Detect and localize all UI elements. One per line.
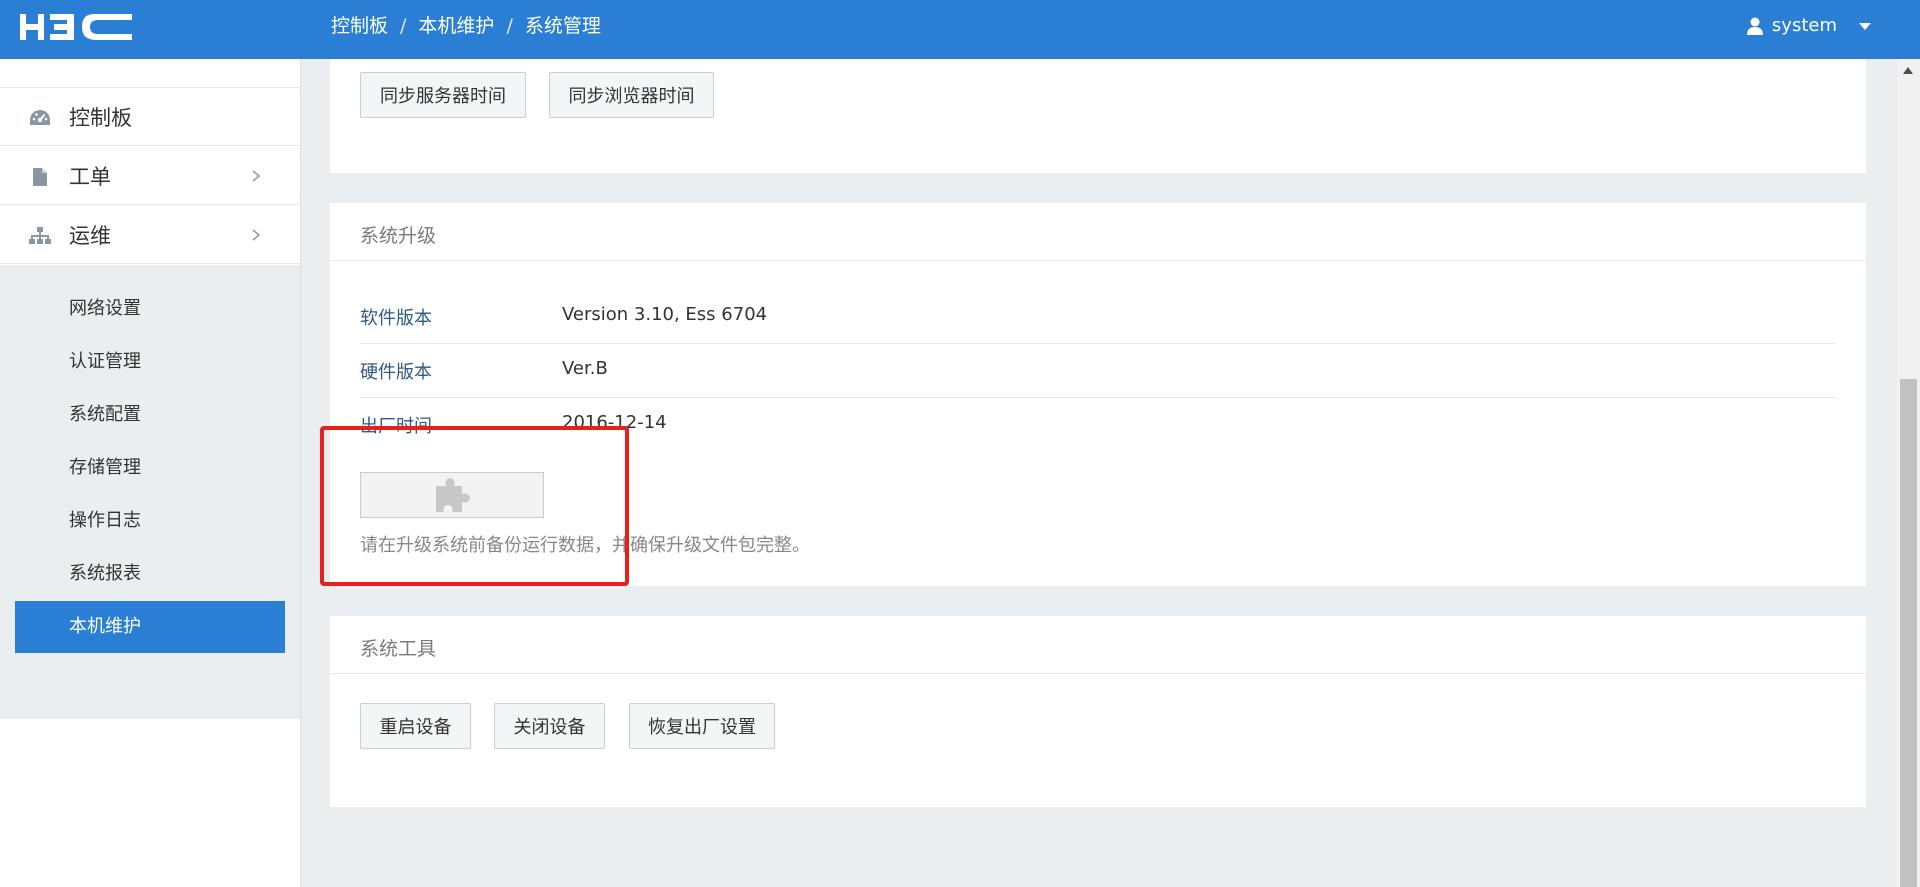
dashboard-icon bbox=[29, 108, 51, 128]
user-menu[interactable]: system bbox=[1746, 0, 1872, 52]
system-tools-panel: 系统工具 重启设备 关闭设备 恢复出厂设置 bbox=[330, 616, 1866, 807]
factory-date-row: 出厂时间 2016-12-14 bbox=[360, 398, 1866, 452]
reboot-device-button[interactable]: 重启设备 bbox=[360, 703, 471, 749]
breadcrumb-system-management: 系统管理 bbox=[524, 15, 601, 37]
shutdown-device-button[interactable]: 关闭设备 bbox=[494, 703, 605, 749]
sidebar-item-local-maintenance[interactable]: 本机维护 bbox=[15, 601, 285, 653]
system-submenu: 网络设置 认证管理 系统配置 存储管理 操作日志 系统报表 本机维护 bbox=[0, 266, 300, 719]
document-icon bbox=[29, 167, 51, 187]
sidebar-item-system-reports[interactable]: 系统报表 bbox=[15, 548, 285, 600]
panel-title: 系统工具 bbox=[360, 638, 437, 660]
time-panel: 同步服务器时间 同步浏览器时间 bbox=[330, 59, 1866, 173]
breadcrumb-dashboard[interactable]: 控制板 bbox=[331, 0, 388, 52]
breadcrumb-separator: / bbox=[400, 15, 407, 37]
caret-down-icon bbox=[1859, 23, 1871, 30]
info-key: 出厂时间 bbox=[360, 416, 432, 437]
sidebar-item-label: 工单 bbox=[69, 164, 111, 189]
sync-server-time-button[interactable]: 同步服务器时间 bbox=[360, 72, 526, 118]
sidebar-item-tickets[interactable]: 工单 bbox=[0, 147, 300, 205]
info-value: 2016-12-14 bbox=[562, 412, 667, 433]
scroll-up-arrow-icon[interactable] bbox=[1902, 65, 1914, 75]
hardware-version-row: 硬件版本 Ver.B bbox=[360, 344, 1866, 398]
breadcrumb-separator: / bbox=[506, 15, 513, 37]
sitemap-icon bbox=[29, 226, 51, 246]
chevron-right-icon bbox=[252, 229, 261, 241]
sidebar-item-label: 控制板 bbox=[69, 105, 132, 130]
breadcrumb-local-maintenance[interactable]: 本机维护 bbox=[418, 0, 494, 52]
sidebar-item-label: 运维 bbox=[69, 223, 111, 248]
info-value: Version 3.10, Ess 6704 bbox=[562, 304, 768, 325]
scrollbar-thumb[interactable] bbox=[1900, 379, 1917, 887]
user-icon bbox=[1746, 17, 1763, 35]
scrollbar[interactable] bbox=[1897, 59, 1920, 887]
main-content: 同步服务器时间 同步浏览器时间 系统升级 软件版本 Version 3.10, … bbox=[301, 59, 1897, 887]
breadcrumb: 控制板 / 本机维护 / 系统管理 bbox=[331, 0, 601, 52]
sidebar-item-auth-management[interactable]: 认证管理 bbox=[15, 336, 285, 388]
top-bar: 控制板 / 本机维护 / 系统管理 system bbox=[0, 0, 1920, 59]
h3c-logo[interactable] bbox=[20, 12, 135, 42]
system-upgrade-panel: 系统升级 软件版本 Version 3.10, Ess 6704 硬件版本 Ve… bbox=[330, 203, 1866, 586]
sidebar: 控制板 工单 运维 网络设置 认证管理 系统配置 存储管理 操作日志 系统报表 … bbox=[0, 59, 301, 887]
panel-title: 系统升级 bbox=[360, 225, 437, 247]
username: system bbox=[1771, 15, 1837, 36]
sidebar-item-operations[interactable]: 运维 bbox=[0, 206, 300, 264]
upgrade-note: 请在升级系统前备份运行数据，并确保升级文件包完整。 bbox=[360, 535, 810, 556]
info-value: Ver.B bbox=[562, 358, 608, 379]
sync-browser-time-button[interactable]: 同步浏览器时间 bbox=[549, 72, 714, 118]
factory-reset-button[interactable]: 恢复出厂设置 bbox=[629, 703, 775, 749]
software-version-row: 软件版本 Version 3.10, Ess 6704 bbox=[360, 290, 1866, 344]
info-key: 软件版本 bbox=[360, 308, 432, 329]
sidebar-item-system-config[interactable]: 系统配置 bbox=[15, 389, 285, 441]
sidebar-item-dashboard[interactable]: 控制板 bbox=[0, 88, 300, 146]
puzzle-plugin-icon bbox=[436, 478, 470, 512]
chevron-right-icon bbox=[252, 170, 261, 182]
sidebar-item-operation-log[interactable]: 操作日志 bbox=[15, 495, 285, 547]
sidebar-item-storage-management[interactable]: 存储管理 bbox=[15, 442, 285, 494]
divider bbox=[330, 673, 1866, 674]
sidebar-item-network-settings[interactable]: 网络设置 bbox=[15, 283, 285, 335]
divider bbox=[330, 260, 1866, 261]
info-key: 硬件版本 bbox=[360, 362, 432, 383]
upgrade-file-upload-button[interactable] bbox=[360, 472, 544, 518]
